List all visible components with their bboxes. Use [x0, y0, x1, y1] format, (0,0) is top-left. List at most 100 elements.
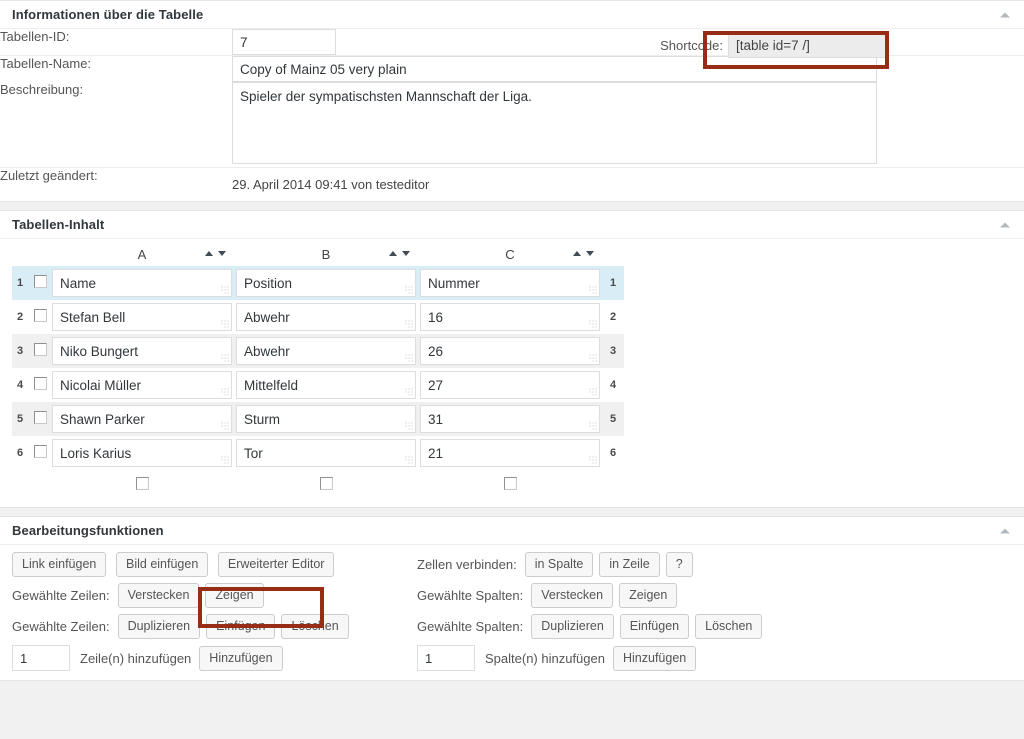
- merge-in-column-button[interactable]: in Spalte: [524, 552, 594, 577]
- resize-gripper-icon[interactable]: [405, 422, 413, 430]
- cell-input[interactable]: Mittelfeld: [236, 371, 416, 399]
- sort-descending-icon[interactable]: [218, 251, 226, 256]
- cell-input[interactable]: 31: [420, 405, 600, 433]
- columns-delete-button[interactable]: Löschen: [695, 614, 763, 639]
- sort-ascending-icon[interactable]: [389, 251, 397, 256]
- columns-hide-button[interactable]: Verstecken: [531, 583, 614, 608]
- edit-functions-panel: Bearbeitungsfunktionen Link einfügen Bil…: [0, 516, 1024, 681]
- row-number-left: 5: [12, 402, 30, 436]
- column-select-checkbox-a[interactable]: [135, 477, 149, 490]
- sort-descending-icon[interactable]: [402, 251, 410, 256]
- shortcode-label: Shortcode:: [660, 37, 723, 53]
- row-select-checkbox[interactable]: [33, 377, 47, 390]
- row-number-right: 2: [609, 311, 617, 323]
- sort-controls-a: [205, 251, 226, 256]
- panel-gap-1: [0, 202, 1024, 210]
- resize-gripper-icon[interactable]: [221, 320, 229, 328]
- resize-gripper-icon[interactable]: [405, 456, 413, 464]
- resize-gripper-icon[interactable]: [405, 320, 413, 328]
- row-select-checkbox[interactable]: [33, 309, 47, 322]
- cell-input[interactable]: Name: [52, 269, 232, 297]
- shortcode-field[interactable]: [728, 32, 888, 58]
- cell-input[interactable]: Position: [236, 269, 416, 297]
- table-id-input[interactable]: [232, 29, 336, 55]
- cell-input[interactable]: 27: [420, 371, 600, 399]
- info-panel-title: Informationen über die Tabelle: [12, 7, 204, 22]
- cell-input[interactable]: 26: [420, 337, 600, 365]
- column-header-b[interactable]: B: [234, 245, 418, 266]
- sort-descending-icon[interactable]: [586, 251, 594, 256]
- merge-help-button[interactable]: ?: [665, 552, 693, 577]
- column-letter-b: B: [321, 247, 331, 262]
- table-name-label: Tabellen-Name:: [0, 55, 232, 82]
- resize-gripper-icon[interactable]: [589, 422, 597, 430]
- grid-cell: Abwehr: [234, 334, 418, 368]
- column-select-checkbox-c[interactable]: [503, 477, 517, 490]
- cell-input[interactable]: Shawn Parker: [52, 405, 232, 433]
- insert-image-button[interactable]: Bild einfügen: [116, 552, 209, 577]
- resize-gripper-icon[interactable]: [221, 388, 229, 396]
- resize-gripper-icon[interactable]: [405, 388, 413, 396]
- column-checkbox-cell-a: [50, 470, 234, 497]
- columns-insert-button[interactable]: Einfügen: [619, 614, 690, 639]
- advanced-editor-button[interactable]: Erweiterter Editor: [217, 552, 335, 577]
- table-description-textarea[interactable]: [232, 82, 877, 164]
- resize-gripper-icon[interactable]: [221, 456, 229, 464]
- resize-gripper-icon[interactable]: [589, 320, 597, 328]
- column-select-checkbox-b[interactable]: [319, 477, 333, 490]
- resize-gripper-icon[interactable]: [221, 286, 229, 294]
- resize-gripper-icon[interactable]: [221, 422, 229, 430]
- table-row: 6 Loris Karius Tor 21 6: [12, 436, 624, 470]
- cell-input[interactable]: Abwehr: [236, 337, 416, 365]
- columns-duplicate-button[interactable]: Duplizieren: [531, 614, 614, 639]
- row-select-checkbox[interactable]: [33, 445, 47, 458]
- cell-input[interactable]: 16: [420, 303, 600, 331]
- row-select-checkbox[interactable]: [33, 275, 47, 288]
- rows-insert-button[interactable]: Einfügen: [206, 614, 276, 639]
- column-header-c[interactable]: C: [418, 245, 602, 266]
- collapse-triangle-icon[interactable]: [1000, 528, 1010, 533]
- resize-gripper-icon[interactable]: [221, 354, 229, 362]
- cell-input[interactable]: Stefan Bell: [52, 303, 232, 331]
- cell-input[interactable]: Niko Bungert: [52, 337, 232, 365]
- rows-delete-button[interactable]: Löschen: [281, 614, 349, 639]
- row-number-right: 3: [602, 334, 624, 368]
- collapse-triangle-icon[interactable]: [1000, 12, 1010, 17]
- cell-input[interactable]: Tor: [236, 439, 416, 467]
- sort-ascending-icon[interactable]: [573, 251, 581, 256]
- resize-gripper-icon[interactable]: [589, 286, 597, 294]
- table-row: 1 Name Position Nummer 1: [12, 266, 624, 300]
- add-rows-button[interactable]: Hinzufügen: [199, 645, 283, 671]
- columns-show-button[interactable]: Zeigen: [619, 583, 678, 608]
- cell-input[interactable]: 21: [420, 439, 600, 467]
- row-select-checkbox[interactable]: [33, 343, 47, 356]
- resize-gripper-icon[interactable]: [589, 388, 597, 396]
- sort-controls-c: [573, 251, 594, 256]
- table-name-input[interactable]: [232, 56, 877, 82]
- add-columns-button[interactable]: Hinzufügen: [612, 645, 697, 671]
- resize-gripper-icon[interactable]: [589, 456, 597, 464]
- resize-gripper-icon[interactable]: [589, 354, 597, 362]
- add-columns-input[interactable]: [417, 645, 475, 671]
- resize-gripper-icon[interactable]: [405, 354, 413, 362]
- row-checkbox-cell: [30, 402, 50, 436]
- add-rows-columns-row: Zeile(n) hinzufügen Hinzufügen Spalte(n)…: [12, 645, 1012, 671]
- cell-input[interactable]: Abwehr: [236, 303, 416, 331]
- cell-input[interactable]: Loris Karius: [52, 439, 232, 467]
- row-select-checkbox[interactable]: [33, 411, 47, 424]
- rows-show-button[interactable]: Zeigen: [205, 583, 264, 608]
- resize-gripper-icon[interactable]: [405, 286, 413, 294]
- collapse-triangle-icon[interactable]: [1000, 222, 1010, 227]
- insert-link-button[interactable]: Link einfügen: [12, 552, 107, 577]
- column-header-a[interactable]: A: [50, 245, 234, 266]
- cell-input[interactable]: Sturm: [236, 405, 416, 433]
- sort-ascending-icon[interactable]: [205, 251, 213, 256]
- footer-spacer-left: [12, 470, 30, 497]
- rows-hide-button[interactable]: Verstecken: [117, 583, 200, 608]
- merge-in-row-button[interactable]: in Zeile: [599, 552, 660, 577]
- cell-input[interactable]: Nicolai Müller: [52, 371, 232, 399]
- cell-input[interactable]: Nummer: [420, 269, 600, 297]
- add-rows-input[interactable]: [12, 645, 70, 671]
- rows-duplicate-button[interactable]: Duplizieren: [117, 614, 201, 639]
- grid-cell: Mittelfeld: [234, 368, 418, 402]
